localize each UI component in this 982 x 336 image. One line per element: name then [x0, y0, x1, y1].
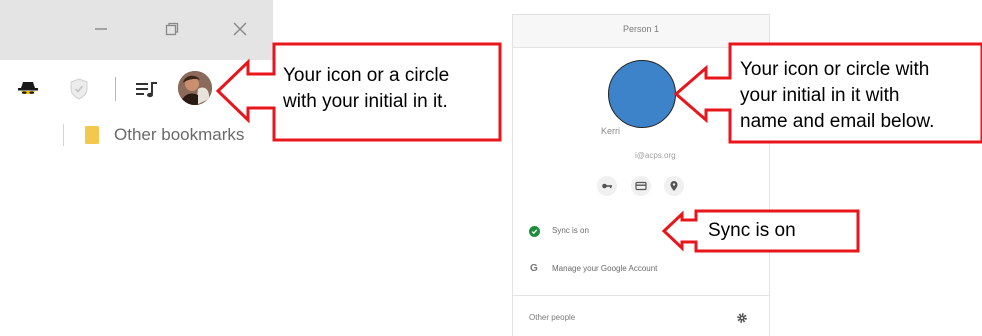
minimize-icon [95, 28, 107, 30]
sync-status-icon [529, 226, 540, 237]
other-people-label: Other people [529, 313, 576, 322]
callout-left-text: Your icon or a circle with your initial … [283, 63, 449, 115]
profile-avatar-large [608, 60, 676, 128]
callout-left-line2: with your initial in it. [283, 91, 448, 112]
profile-name: Kerri [601, 126, 621, 136]
key-icon [602, 183, 612, 189]
callout-top-right-line2: your initial in it with [740, 85, 900, 106]
close-icon [233, 22, 247, 36]
incognito-spy-icon[interactable] [14, 76, 42, 102]
media-queue-icon[interactable] [132, 76, 162, 102]
callout-left-line1: Your icon or a circle [283, 65, 450, 86]
callout-top-right-line3: name and email below. [740, 111, 935, 132]
profile-email: i@acps.org [635, 151, 676, 160]
toolbar-divider [115, 77, 116, 101]
other-bookmarks-link[interactable]: Other bookmarks [114, 124, 244, 146]
minimize-button[interactable] [84, 12, 118, 46]
gear-icon[interactable] [735, 311, 749, 325]
shield-icon[interactable] [66, 76, 92, 102]
callout-sync-text: Sync is on [708, 220, 796, 241]
restore-icon [165, 22, 179, 36]
location-pin-icon [670, 181, 678, 191]
payment-methods-button[interactable] [631, 176, 651, 196]
addresses-button[interactable] [664, 176, 684, 196]
sync-status-item[interactable]: Sync is on [552, 226, 589, 235]
popup-header: Person 1 [513, 15, 769, 48]
credit-card-icon [635, 181, 647, 191]
passwords-button[interactable] [597, 176, 617, 196]
bookmarks-separator [63, 124, 64, 146]
popup-divider [513, 295, 769, 296]
browser-titlebar [0, 0, 273, 60]
popup-title: Person 1 [622, 24, 660, 34]
profile-avatar-icon[interactable] [178, 71, 212, 105]
manage-account-item[interactable]: Manage your Google Account [552, 264, 657, 273]
restore-button[interactable] [155, 12, 189, 46]
folder-icon [83, 124, 101, 146]
callout-top-right-line1: Your icon or circle with [740, 59, 930, 80]
google-g-icon: G [530, 263, 538, 274]
callout-top-right-text: Your icon or circle with your initial in… [740, 57, 934, 135]
close-button[interactable] [223, 12, 257, 46]
